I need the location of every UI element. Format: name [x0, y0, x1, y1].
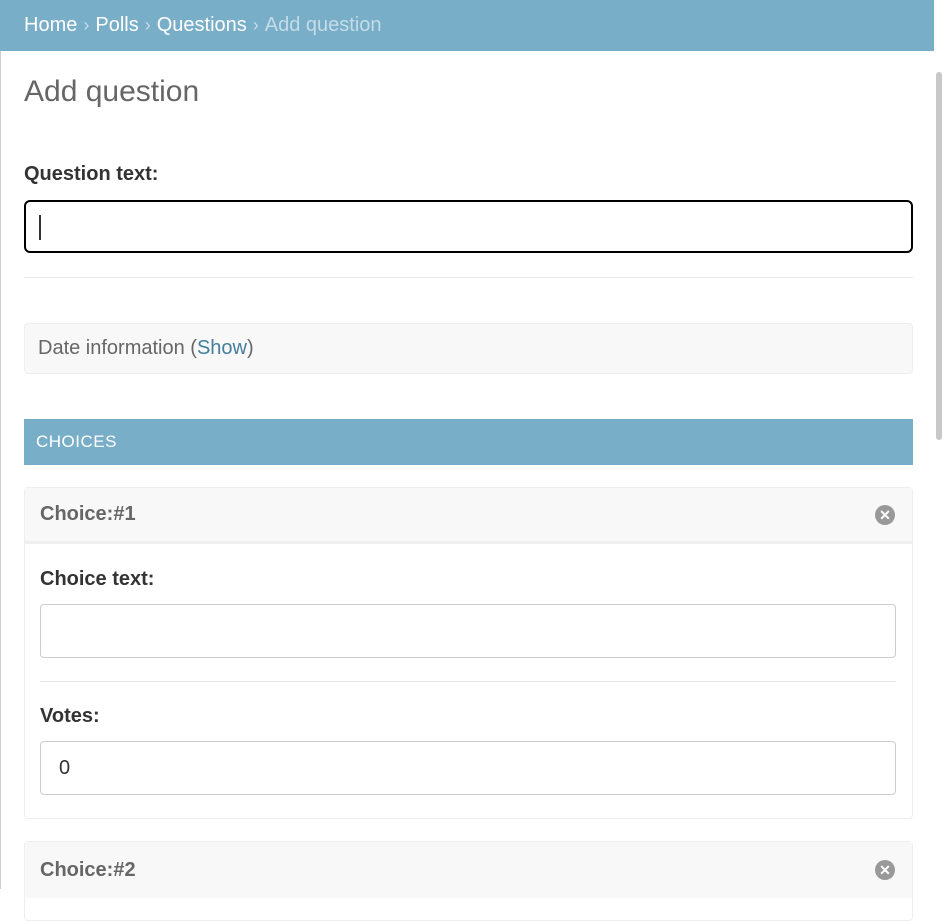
close-circle-icon[interactable]: ✕	[875, 860, 895, 880]
field-divider	[40, 681, 896, 682]
field-divider	[24, 277, 913, 278]
choice-text-input[interactable]	[40, 604, 896, 658]
date-information-suffix: )	[247, 337, 254, 359]
question-text-input[interactable]	[24, 200, 913, 253]
breadcrumb-separator: ›	[144, 15, 151, 35]
breadcrumb-home-link[interactable]: Home	[24, 14, 77, 37]
choice-inline-header: Choice:#2 ✕	[25, 842, 912, 898]
breadcrumb-separator: ›	[83, 15, 90, 35]
choice-inline-header: Choice:#1 ✕	[25, 488, 912, 544]
choice-inline-1: Choice:#1 ✕ Choice text: Votes:	[24, 487, 913, 819]
date-information-show-link[interactable]: Show	[197, 337, 247, 360]
votes-label: Votes:	[40, 705, 100, 727]
breadcrumb-separator: ›	[252, 15, 259, 35]
choice-inline-title: Choice:#1	[40, 503, 136, 525]
breadcrumb-questions-link[interactable]: Questions	[157, 14, 247, 37]
date-information-fieldset: Date information (Show)	[24, 323, 913, 374]
choice-inline-2: Choice:#2 ✕	[24, 841, 913, 921]
date-information-label: Date information (	[38, 337, 197, 359]
breadcrumb: Home › Polls › Questions › Add question	[0, 0, 934, 51]
text-caret	[39, 215, 41, 240]
scrollbar-thumb[interactable]	[936, 72, 942, 440]
page-title: Add question	[24, 75, 200, 108]
votes-input[interactable]	[40, 741, 896, 795]
page-left-border	[0, 51, 1, 889]
close-circle-icon[interactable]: ✕	[875, 504, 895, 525]
breadcrumb-current: Add question	[264, 14, 382, 36]
choice-text-label: Choice text:	[40, 568, 155, 590]
breadcrumb-polls-link[interactable]: Polls	[95, 14, 138, 37]
question-text-label: Question text:	[24, 163, 159, 185]
choice-inline-title: Choice:#2	[40, 858, 136, 881]
choices-section-header: CHOICES	[24, 419, 913, 465]
